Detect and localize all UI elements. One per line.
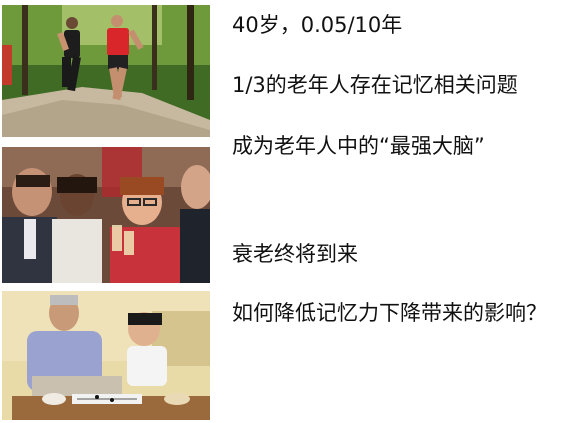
text-line-strongest-brain: 成为老年人中的“最强大脑”	[232, 134, 485, 158]
text-line-age-rate: 40岁，0.05/10年	[232, 13, 403, 37]
text-line-reduce-memory-decline: 如何降低记忆力下降带来的影响？	[232, 301, 547, 325]
text-line-memory-problems: 1/3的老年人存在记忆相关问题	[232, 73, 518, 97]
jogging-couple-image	[2, 5, 210, 137]
friends-toasting-image	[2, 147, 210, 283]
jogging-couple-photo	[2, 5, 210, 137]
friends-toasting-photo	[2, 147, 210, 283]
grandfather-grandson-photo	[2, 291, 210, 420]
grandfather-grandson-image	[2, 291, 210, 420]
text-line-aging-inevitable: 衰老终将到来	[232, 242, 358, 266]
